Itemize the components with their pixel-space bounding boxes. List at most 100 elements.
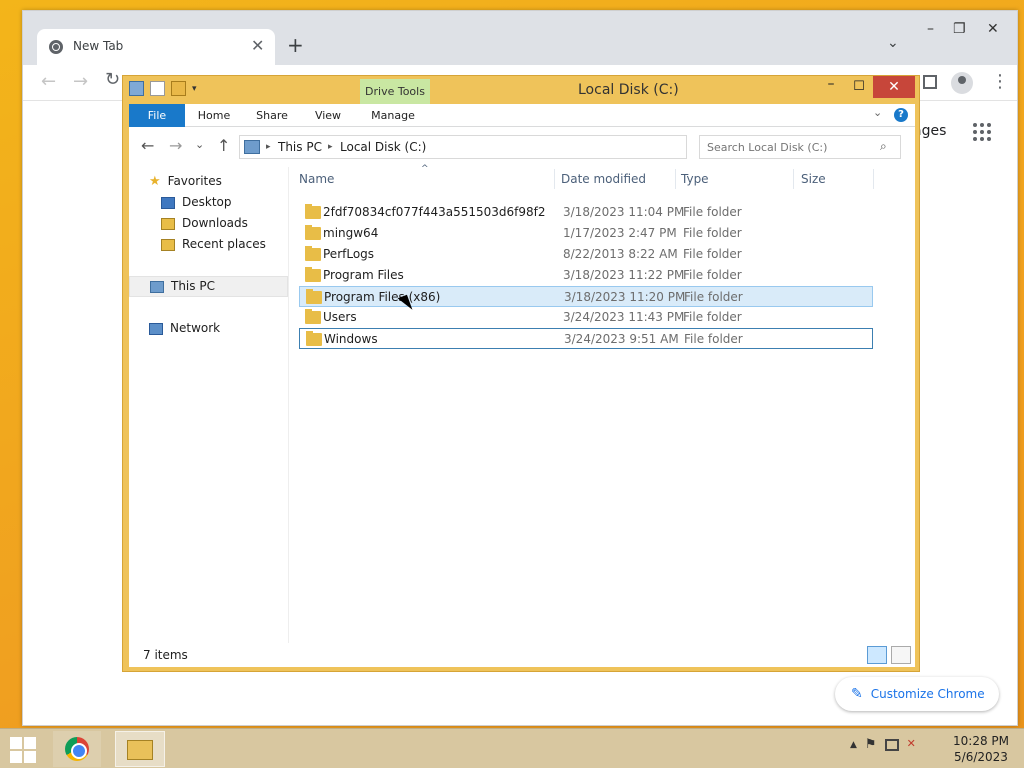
drive-icon[interactable] — [129, 81, 144, 96]
new-folder-icon[interactable] — [171, 81, 186, 96]
nav-desktop[interactable]: Desktop — [129, 192, 288, 213]
nav-favorites[interactable]: ★ Favorites — [129, 171, 288, 192]
action-center-flag-icon[interactable]: ⚑ — [865, 737, 877, 752]
file-list: Name ^ Date modified Type Size 2fdf70834… — [299, 164, 909, 643]
desktop-icon — [161, 196, 175, 209]
tab-home[interactable]: Home — [189, 104, 239, 127]
tab-share[interactable]: Share — [247, 104, 297, 127]
explorer-maximize-button[interactable]: ☐ — [845, 76, 873, 98]
properties-icon[interactable] — [150, 81, 165, 96]
tab-close-icon[interactable]: ✕ — [251, 36, 264, 55]
clock-time[interactable]: 10:28 PM — [946, 734, 1016, 748]
breadcrumb-separator-icon[interactable]: ▸ — [328, 142, 333, 152]
forward-arrow-icon[interactable]: → — [73, 71, 88, 92]
table-row[interactable]: 2fdf70834cf077f443a551503d6f98f2 3/18/20… — [299, 202, 873, 223]
up-button[interactable]: ↑ — [217, 136, 230, 155]
column-size[interactable]: Size — [801, 172, 826, 186]
nav-desktop-label: Desktop — [182, 195, 232, 209]
tab-manage[interactable]: Manage — [361, 104, 425, 127]
show-hidden-icons-icon[interactable]: ▲ — [850, 737, 857, 752]
nav-recent-places[interactable]: Recent places — [129, 234, 288, 255]
file-date: 3/18/2023 11:04 PM — [563, 205, 685, 219]
expand-ribbon-icon[interactable]: ⌄ — [873, 106, 882, 119]
file-type: File folder — [684, 332, 743, 346]
file-name: Windows — [324, 332, 378, 346]
taskbar-chrome-button[interactable] — [53, 731, 101, 767]
customize-chrome-button[interactable]: ✎ Customize Chrome — [835, 677, 999, 711]
taskbar-explorer-button[interactable] — [115, 731, 165, 767]
chrome-close-button[interactable]: ✕ — [987, 21, 999, 37]
large-icons-view-icon[interactable] — [891, 646, 911, 664]
column-divider[interactable] — [873, 169, 874, 189]
taskbar: ▲ ⚑ ✕ 10:28 PM 5/6/2023 — [0, 728, 1024, 768]
column-headers: Name ^ Date modified Type Size — [299, 164, 909, 191]
nav-downloads[interactable]: Downloads — [129, 213, 288, 234]
star-icon: ★ — [149, 174, 161, 189]
nav-network[interactable]: Network — [129, 318, 288, 339]
navigation-bar: ← → ⌄ ↑ ▸ This PC ▸ Local Disk (C:) ⌄ ↻ … — [129, 127, 915, 167]
breadcrumb-local-disk[interactable]: Local Disk (C:) — [340, 140, 426, 154]
recent-locations-button[interactable]: ⌄ — [195, 138, 204, 151]
chrome-maximize-button[interactable]: ❐ — [953, 21, 966, 37]
profile-avatar-icon[interactable] — [951, 72, 973, 94]
file-type: File folder — [683, 247, 742, 261]
table-row[interactable]: PerfLogs 8/22/2013 8:22 AM File folder — [299, 244, 873, 265]
forward-button[interactable]: → — [169, 136, 182, 155]
search-icon[interactable]: ⌕ — [880, 139, 887, 154]
back-arrow-icon[interactable]: ← — [41, 71, 56, 92]
new-tab-button[interactable]: + — [287, 33, 304, 57]
file-type: File folder — [684, 290, 743, 304]
explorer-minimize-button[interactable]: – — [817, 76, 845, 98]
column-divider[interactable] — [554, 169, 555, 189]
search-input[interactable] — [700, 136, 876, 158]
folder-icon — [306, 289, 322, 304]
ribbon-tabs: File Home Share View Manage ⌄ ? — [129, 104, 915, 127]
chrome-tab-strip: New Tab ✕ + ⌄ – ❐ ✕ — [23, 11, 1017, 65]
network-status-icon[interactable] — [884, 739, 899, 751]
tab-file[interactable]: File — [129, 104, 185, 127]
column-name[interactable]: Name — [299, 172, 334, 186]
table-row[interactable]: Program Files 3/18/2023 11:22 PM File fo… — [299, 265, 873, 286]
folder-icon — [305, 309, 321, 324]
breadcrumb-this-pc[interactable]: This PC — [278, 140, 322, 154]
details-view-icon[interactable] — [867, 646, 887, 664]
column-type[interactable]: Type — [681, 172, 709, 186]
table-row[interactable]: Program Files (x86) 3/18/2023 11:20 PM F… — [299, 286, 873, 307]
address-bar[interactable]: ▸ This PC ▸ Local Disk (C:) ⌄ ↻ — [239, 135, 794, 159]
chrome-favicon-icon — [49, 40, 63, 54]
tab-view[interactable]: View — [303, 104, 353, 127]
system-tray: ▲ ⚑ ✕ — [850, 737, 916, 752]
clock-date[interactable]: 5/6/2023 — [946, 750, 1016, 764]
file-explorer-window: ▾ Drive Tools Local Disk (C:) – ☐ ✕ File… — [122, 75, 920, 672]
breadcrumb-separator-icon[interactable]: ▸ — [266, 142, 271, 152]
google-apps-icon[interactable] — [973, 123, 991, 141]
nav-this-pc[interactable]: This PC — [129, 276, 288, 297]
column-date-modified[interactable]: Date modified — [561, 172, 646, 186]
volume-muted-icon[interactable]: ✕ — [907, 737, 916, 752]
search-box[interactable]: ⌕ — [699, 135, 901, 159]
side-panel-icon[interactable] — [923, 75, 937, 89]
table-row[interactable]: Windows 3/24/2023 9:51 AM File folder — [299, 328, 873, 349]
tab-search-icon[interactable]: ⌄ — [887, 35, 899, 51]
nav-network-label: Network — [170, 321, 221, 335]
table-row[interactable]: mingw64 1/17/2023 2:47 PM File folder — [299, 223, 873, 244]
drive-tools-context-label: Drive Tools — [360, 79, 430, 104]
file-explorer-icon — [127, 740, 153, 760]
chrome-minimize-button[interactable]: – — [927, 21, 934, 37]
tab-title: New Tab — [73, 39, 124, 53]
column-divider[interactable] — [675, 169, 676, 189]
column-divider[interactable] — [793, 169, 794, 189]
explorer-close-button[interactable]: ✕ — [873, 76, 915, 98]
tab-new-tab[interactable]: New Tab ✕ — [37, 29, 275, 65]
file-date: 3/24/2023 11:43 PM — [563, 310, 685, 324]
back-button[interactable]: ← — [141, 136, 154, 155]
sort-ascending-icon: ^ — [421, 164, 429, 174]
chrome-menu-icon[interactable]: ⋮ — [991, 71, 1009, 92]
recent-places-icon — [161, 238, 175, 251]
file-name: mingw64 — [323, 226, 379, 240]
reload-icon[interactable]: ↻ — [105, 69, 120, 90]
windows-start-icon[interactable] — [10, 737, 38, 763]
customize-qat-icon[interactable]: ▾ — [192, 84, 197, 94]
table-row[interactable]: Users 3/24/2023 11:43 PM File folder — [299, 307, 873, 328]
help-icon[interactable]: ? — [894, 108, 908, 122]
